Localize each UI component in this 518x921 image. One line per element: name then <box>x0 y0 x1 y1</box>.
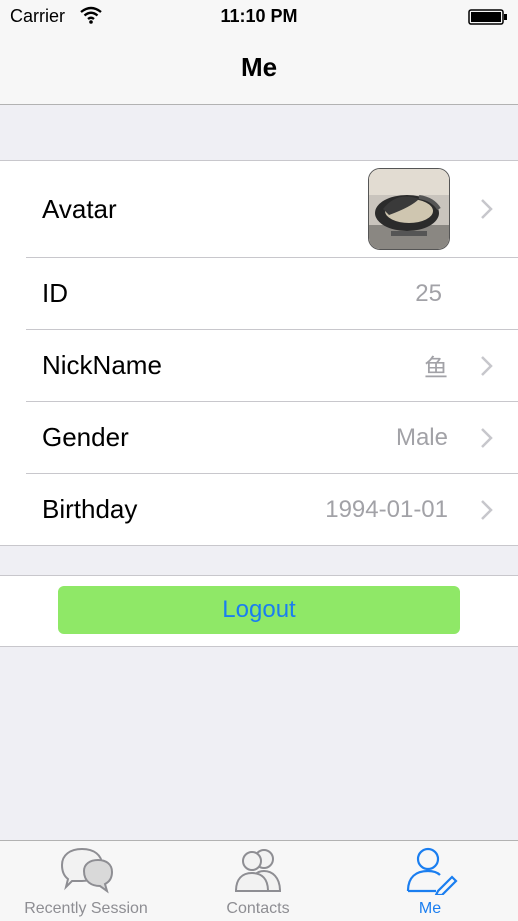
id-row: ID 25 <box>26 258 518 330</box>
birthday-label: Birthday <box>42 494 138 524</box>
chevron-right-icon <box>480 499 494 521</box>
navigation-bar: Me <box>0 34 518 105</box>
id-value: 25 <box>415 279 442 307</box>
logout-section: Logout <box>0 575 518 647</box>
chevron-right-icon <box>480 198 494 220</box>
profile-table: Avatar ID 25 NickName 鱼 Gender Male Birt… <box>0 160 518 546</box>
page-title: Me <box>240 52 278 82</box>
nickname-row[interactable]: NickName 鱼 <box>26 330 518 402</box>
chat-bubbles-icon <box>58 845 114 900</box>
id-label: ID <box>42 278 68 308</box>
nickname-label: NickName <box>42 350 162 380</box>
nickname-value: 鱼 <box>424 355 448 382</box>
birthday-row[interactable]: Birthday 1994-01-01 <box>26 474 518 545</box>
avatar-row[interactable]: Avatar <box>26 161 518 258</box>
tab-label: Me <box>418 900 442 917</box>
tab-label: Recently Session <box>24 900 148 917</box>
contacts-icon <box>230 845 286 900</box>
me-edit-icon <box>402 845 458 900</box>
battery-icon <box>468 9 508 30</box>
birthday-value: 1994-01-01 <box>325 495 448 523</box>
chevron-right-icon <box>480 427 494 449</box>
gender-value: Male <box>395 423 448 451</box>
tab-contacts[interactable]: Contacts <box>172 841 344 921</box>
logout-button[interactable]: Logout <box>58 586 460 634</box>
status-time: 11:10 PM <box>220 6 298 26</box>
status-bar: Carrier 11:10 PM <box>0 0 518 34</box>
tab-recently-session[interactable]: Recently Session <box>0 841 172 921</box>
gender-label: Gender <box>42 422 129 452</box>
avatar-label: Avatar <box>42 193 117 224</box>
chevron-right-icon <box>480 355 494 377</box>
avatar <box>368 168 450 250</box>
tab-me[interactable]: Me <box>344 841 516 921</box>
tab-bar: Recently Session Contacts Me <box>0 840 518 921</box>
gender-row[interactable]: Gender Male <box>26 402 518 474</box>
tab-label: Contacts <box>226 900 290 917</box>
